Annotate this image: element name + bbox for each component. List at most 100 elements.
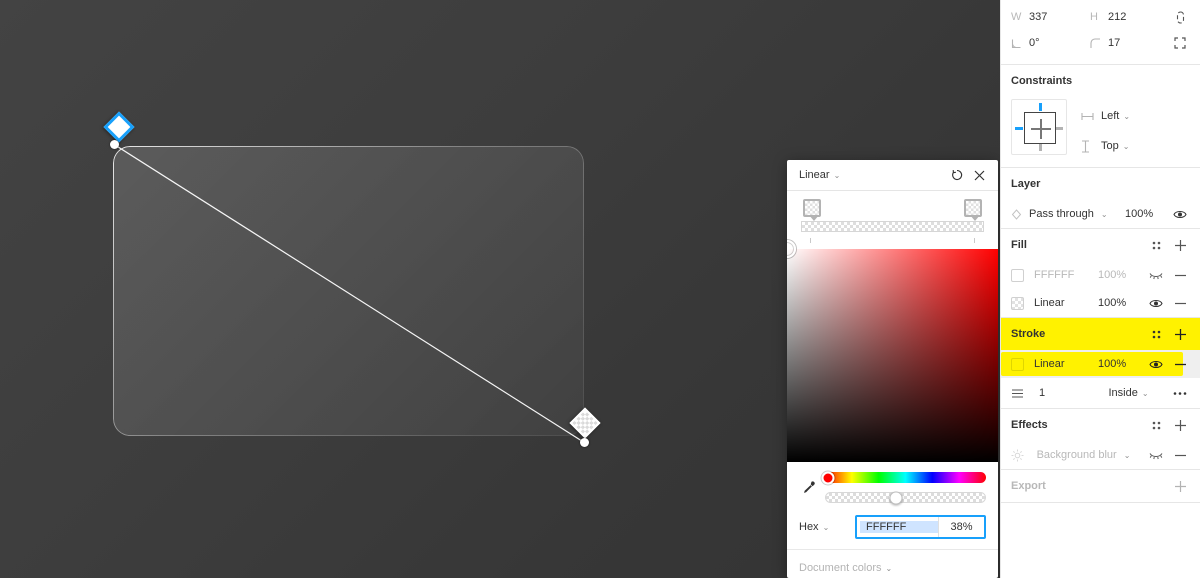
- stroke-header: Stroke: [1001, 318, 1200, 350]
- plus-icon[interactable]: [1168, 474, 1192, 498]
- hex-value-box[interactable]: FFFFFF 38%: [855, 515, 986, 539]
- eyedropper-icon[interactable]: [797, 480, 821, 496]
- style-grid-icon[interactable]: [1144, 413, 1168, 437]
- plus-icon[interactable]: [1168, 233, 1192, 257]
- blend-mode-value: Pass through: [1029, 208, 1094, 220]
- stroke-weight-value[interactable]: 1: [1029, 387, 1089, 399]
- constraint-bottom-marker[interactable]: [1039, 143, 1042, 151]
- gradient-stop-start[interactable]: [803, 199, 821, 221]
- corner-radius-icon: [1090, 37, 1108, 49]
- plus-icon[interactable]: [1168, 413, 1192, 437]
- constraints-widget[interactable]: [1011, 99, 1067, 155]
- gradient-start-point[interactable]: [110, 140, 119, 149]
- slider-stack: [821, 471, 986, 504]
- effect-type-dropdown[interactable]: Background blur ⌄: [1029, 449, 1144, 461]
- gradient-stop-end[interactable]: [964, 199, 982, 221]
- gradient-start-handle[interactable]: [103, 111, 135, 143]
- eye-closed-icon[interactable]: [1144, 443, 1168, 467]
- gradient-stops-strip[interactable]: [787, 191, 998, 249]
- size-row: W 337 H 212: [1001, 4, 1200, 30]
- proportion-lock-icon[interactable]: [1169, 10, 1192, 24]
- height-field[interactable]: H 212: [1090, 11, 1169, 23]
- blend-mode-icon: [1011, 208, 1029, 220]
- style-grid-icon[interactable]: [1144, 322, 1168, 346]
- minus-icon[interactable]: [1168, 263, 1192, 287]
- vertical-constraint-dropdown[interactable]: Top ⌄: [1081, 135, 1192, 157]
- stroke-gradient-name[interactable]: Linear: [1024, 358, 1098, 370]
- chevron-down-icon: ⌄: [1100, 210, 1108, 219]
- blend-mode-dropdown[interactable]: Pass through ⌄: [1029, 208, 1125, 220]
- width-label: W: [1011, 11, 1022, 23]
- alpha-slider-knob[interactable]: [889, 491, 903, 504]
- rotation-value[interactable]: 0°: [1029, 37, 1040, 49]
- divider: [1001, 502, 1200, 503]
- minus-icon[interactable]: [1168, 291, 1192, 315]
- hex-input-row: Hex ⌄ FFFFFF 38%: [787, 509, 998, 549]
- gradient-end-point[interactable]: [580, 438, 589, 447]
- chevron-down-icon[interactable]: ⌄: [823, 523, 830, 532]
- alpha-slider[interactable]: [825, 491, 986, 504]
- layer-blend-row[interactable]: Pass through ⌄ 100%: [1001, 200, 1200, 228]
- vertical-constraint-value: Top: [1101, 140, 1119, 152]
- more-options-icon[interactable]: [1168, 381, 1192, 405]
- eye-closed-icon[interactable]: [1144, 263, 1168, 287]
- corner-radius-value[interactable]: 17: [1108, 37, 1120, 49]
- saturation-value-field[interactable]: [787, 240, 998, 462]
- fill-item-row[interactable]: FFFFFF 100%: [1001, 261, 1200, 289]
- constraint-right-marker[interactable]: [1055, 126, 1063, 130]
- hue-slider-knob[interactable]: [821, 471, 835, 484]
- fill-gradient-opacity[interactable]: 100%: [1098, 297, 1138, 309]
- reset-icon[interactable]: [946, 164, 968, 186]
- fill-gradient-name[interactable]: Linear: [1024, 297, 1098, 309]
- width-field[interactable]: W 337: [1011, 11, 1090, 23]
- fill-item-row[interactable]: Linear 100%: [1001, 289, 1200, 317]
- constraint-top-marker[interactable]: [1039, 103, 1042, 111]
- style-grid-icon[interactable]: [1144, 233, 1168, 257]
- stroke-weight-icon[interactable]: [1011, 388, 1029, 399]
- document-colors-section: Document colors ⌄: [787, 549, 998, 578]
- chevron-down-icon[interactable]: ⌄: [834, 171, 841, 180]
- layer-opacity-value[interactable]: 100%: [1125, 208, 1165, 220]
- stroke-item-row[interactable]: Linear 100%: [1001, 350, 1200, 378]
- minus-icon[interactable]: [1168, 352, 1192, 376]
- canvas-shape-rounded-rectangle[interactable]: [113, 146, 584, 436]
- eye-open-icon[interactable]: [1144, 352, 1168, 376]
- plus-icon[interactable]: [1168, 322, 1192, 346]
- minus-icon[interactable]: [1168, 443, 1192, 467]
- fill-gradient-swatch[interactable]: [1011, 296, 1024, 310]
- close-icon[interactable]: [968, 164, 990, 186]
- horizontal-constraint-dropdown[interactable]: Left ⌄: [1081, 105, 1192, 127]
- eye-open-icon[interactable]: [1144, 291, 1168, 315]
- independent-corners-icon[interactable]: [1169, 37, 1192, 49]
- constraints-header: Constraints: [1001, 65, 1200, 97]
- rotation-corner-row: 0° 17: [1001, 30, 1200, 56]
- constraint-left-marker[interactable]: [1015, 126, 1023, 130]
- width-value[interactable]: 337: [1029, 11, 1047, 23]
- fill-color-swatch[interactable]: [1011, 268, 1024, 282]
- fill-opacity-value[interactable]: 100%: [1098, 269, 1138, 281]
- height-value[interactable]: 212: [1108, 11, 1126, 23]
- fill-color-name[interactable]: FFFFFF: [1024, 269, 1098, 281]
- effect-item-row[interactable]: Background blur ⌄: [1001, 441, 1200, 469]
- layer-visibility-toggle[interactable]: [1168, 202, 1192, 226]
- fill-title: Fill: [1011, 239, 1027, 251]
- hex-format-label[interactable]: Hex ⌄: [799, 521, 855, 533]
- blur-icon: [1011, 449, 1029, 462]
- rotation-field[interactable]: 0°: [1011, 37, 1090, 49]
- stroke-opacity-value[interactable]: 100%: [1098, 358, 1138, 370]
- chevron-down-icon[interactable]: ⌄: [886, 564, 893, 573]
- gradient-type-label[interactable]: Linear: [799, 169, 830, 181]
- hue-slider[interactable]: [821, 471, 986, 484]
- stroke-align-dropdown[interactable]: Inside ⌄: [1089, 387, 1168, 399]
- corner-radius-field[interactable]: 17: [1090, 37, 1169, 49]
- eye-open-icon[interactable]: [1168, 202, 1192, 226]
- export-title: Export: [1011, 480, 1046, 492]
- stroke-gradient-swatch[interactable]: [1011, 357, 1024, 371]
- chevron-down-icon: ⌄: [1122, 141, 1130, 151]
- gradient-preview-bar[interactable]: [801, 221, 984, 232]
- document-colors-label[interactable]: Document colors ⌄: [799, 562, 986, 574]
- color-picker-popup[interactable]: Linear ⌄ Hex ⌄ FFFFFF 38% Document color…: [787, 160, 998, 578]
- opacity-input[interactable]: 38%: [938, 517, 984, 537]
- hex-input[interactable]: FFFFFF: [860, 521, 938, 533]
- effects-header: Effects: [1001, 409, 1200, 441]
